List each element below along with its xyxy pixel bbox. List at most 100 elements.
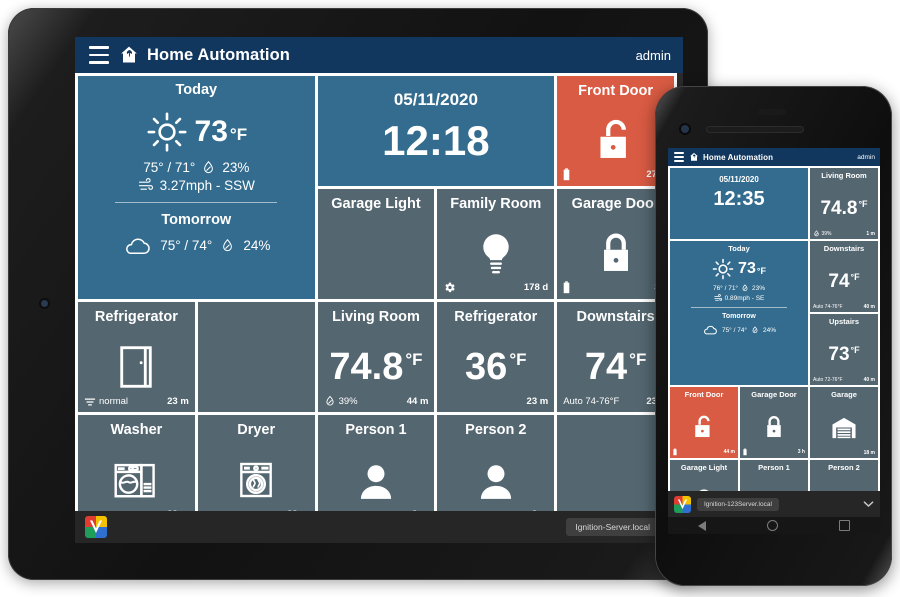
ignition-logo-icon[interactable] <box>85 516 107 538</box>
tile-dryer[interactable]: Dryer 23 m <box>197 415 315 525</box>
home-circle-icon[interactable] <box>766 520 778 531</box>
humidity-icon <box>751 326 759 334</box>
weather-today-unit: °F <box>756 265 766 276</box>
weather-wind: 3.27mph - SSW <box>159 177 255 193</box>
weather-divider <box>691 307 787 309</box>
hamburger-icon[interactable] <box>89 44 109 67</box>
battery-icon <box>743 448 747 456</box>
tile-footer: Auto 74-76°F 40 m <box>810 304 878 312</box>
chevron-down-icon[interactable] <box>863 500 874 508</box>
cloud-icon <box>122 235 152 257</box>
tile-garage-light[interactable]: Garage Light <box>317 189 435 299</box>
recents-square-icon[interactable] <box>838 520 850 531</box>
battery-icon <box>563 168 570 181</box>
tile-footer: Auto 72-76°F 40 m <box>810 377 878 385</box>
tile-refrigerator-temp[interactable]: Refrigerator 36 °F 23 m <box>437 302 555 412</box>
tile-footer: normal 23 m <box>78 396 195 412</box>
tile-washer[interactable]: Washer 23 m <box>78 415 195 525</box>
tile-footer: 39% 44 m <box>318 395 435 412</box>
tablet-taskbar: Ignition-Server.local <box>75 511 683 543</box>
tile-living-room-temp[interactable]: Living Room 74.8 °F 39% 44 m <box>317 302 435 412</box>
thermostat-mode: Auto 74-76°F <box>563 396 620 407</box>
back-triangle-icon[interactable] <box>698 520 707 531</box>
tile-person-2[interactable]: Person 2 3 m <box>437 415 555 525</box>
tile-unit: °F <box>850 272 860 283</box>
tile-front-door[interactable]: Front Door 44 m <box>670 387 738 458</box>
user-label[interactable]: admin <box>857 154 875 161</box>
tile-weather-today[interactable]: Today 73 °F 75° / 71° 23% 3.27mph - SSW … <box>78 76 315 299</box>
server-address-pill[interactable]: Ignition-123Server.local <box>697 497 779 511</box>
humidity-icon <box>324 395 336 407</box>
battery-icon <box>563 281 570 294</box>
weather-today-label: Today <box>728 244 750 253</box>
clock-time: 12:18 <box>382 117 490 164</box>
weather-wind: 0.89mph - SE <box>724 294 765 302</box>
clock-time: 12:35 <box>713 188 765 210</box>
weather-divider <box>115 201 278 203</box>
tile-unit: °F <box>858 199 868 210</box>
phone-device: Home Automation admin 05/11/2020 12:35 L… <box>655 86 892 586</box>
weather-tomorrow-humidity: 24% <box>243 238 271 254</box>
tile-person-1[interactable]: Person 1 2 m <box>317 415 435 525</box>
wind-icon <box>138 178 155 192</box>
tile-unit: °F <box>405 349 423 369</box>
tile-value: 73 <box>828 344 850 366</box>
tile-value: 36 <box>465 345 508 388</box>
tile-age: 40 m <box>863 304 875 310</box>
tile-empty <box>197 302 315 412</box>
tile-unit: °F <box>850 345 860 356</box>
tile-value: 74.8 <box>820 198 858 220</box>
weather-humidity: 23% <box>222 159 250 175</box>
tile-family-room[interactable]: Family Room 178 d <box>437 189 555 299</box>
tile-unit: °F <box>629 349 647 369</box>
user-label[interactable]: admin <box>636 48 671 63</box>
tile-footer: 23 m <box>437 396 554 412</box>
humidity-icon <box>813 230 820 237</box>
hamburger-icon[interactable] <box>674 151 684 163</box>
tile-age: 1 m <box>866 230 875 237</box>
phone-camera-icon <box>681 125 689 133</box>
cloud-icon <box>702 324 718 336</box>
tile-age: 23 m <box>526 396 549 407</box>
tile-clock[interactable]: 05/11/2020 12:18 <box>317 76 555 186</box>
tile-living-room-temp[interactable]: Living Room 74.8 °F 39% 1 m <box>810 168 878 239</box>
server-address-pill[interactable]: Ignition-Server.local <box>566 518 659 536</box>
weather-tomorrow-label: Tomorrow <box>161 211 232 228</box>
house-leaf-icon <box>119 45 139 65</box>
tablet-screen: Home Automation admin Today 73 °F 75° / … <box>75 37 683 543</box>
tablet-app-bar: Home Automation admin <box>75 37 683 73</box>
tile-weather-today[interactable]: Today 73 °F 76° / 71° 23% 0.89mph - SE T… <box>670 241 808 385</box>
filter-icon <box>84 397 96 407</box>
tablet-camera-icon <box>41 300 48 307</box>
tile-refrigerator-door[interactable]: Refrigerator normal 23 m <box>78 302 195 412</box>
tile-value: 74 <box>828 271 850 293</box>
android-nav-bar <box>668 517 880 534</box>
weather-today-label: Today <box>175 82 218 98</box>
tile-age: 23 m <box>167 396 189 407</box>
weather-hi-lo: 75° / 71° <box>143 159 196 175</box>
tile-clock[interactable]: 05/11/2020 12:35 <box>670 168 808 239</box>
app-title: Home Automation <box>147 45 290 64</box>
tile-title: Garage Light <box>331 196 421 212</box>
tile-footer: 178 d <box>437 281 554 299</box>
tablet-tile-grid: Today 73 °F 75° / 71° 23% 3.27mph - SSW … <box>75 73 677 543</box>
tile-footer: 3 h <box>740 448 808 458</box>
tile-value: 74.8 <box>329 345 404 388</box>
tile-garage[interactable]: Garage 18 m <box>810 387 878 458</box>
gear-icon[interactable] <box>443 281 456 294</box>
weather-tomorrow-hi-lo: 75° / 74° <box>721 326 748 334</box>
weather-today-unit: °F <box>229 124 248 144</box>
garage-icon <box>810 397 878 458</box>
ignition-logo-icon[interactable] <box>674 495 691 513</box>
weather-today-temp: 73 <box>194 114 228 148</box>
tile-upstairs-thermostat[interactable]: Upstairs 73 °F Auto 72-76°F 40 m <box>810 314 878 385</box>
tile-footer: 18 m <box>810 450 878 458</box>
tile-footer: 39% 1 m <box>810 230 878 239</box>
humidity-icon <box>220 238 235 253</box>
humidity-icon <box>201 160 216 175</box>
tile-downstairs-thermostat[interactable]: Downstairs 74 °F Auto 74-76°F 40 m <box>810 241 878 312</box>
phone-taskbar: Ignition-123Server.local <box>668 491 880 517</box>
tile-humidity: 39% <box>338 395 358 407</box>
tile-age: 178 d <box>523 282 549 293</box>
tile-garage-door[interactable]: Garage Door 3 h <box>740 387 808 458</box>
